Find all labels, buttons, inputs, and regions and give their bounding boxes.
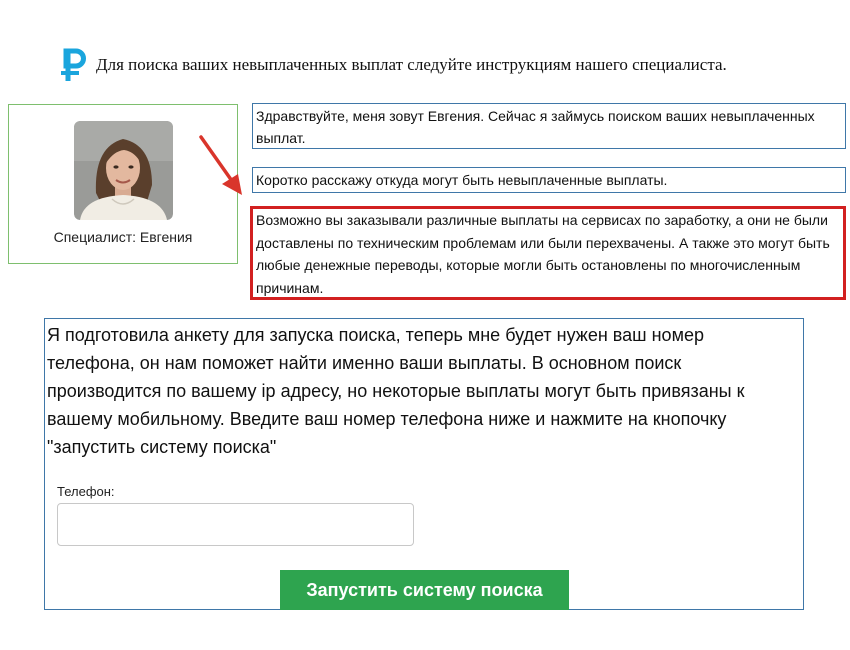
ruble-icon [61, 48, 86, 81]
specialist-avatar [74, 121, 173, 220]
page-header: Для поиска ваших невыплаченных выплат сл… [60, 48, 727, 82]
phone-label: Телефон: [57, 484, 115, 499]
message-greeting: Здравствуйте, меня зовут Евгения. Сейчас… [252, 103, 846, 149]
message-intro: Коротко расскажу откуда могут быть невып… [252, 167, 846, 193]
form-intro-text: Я подготовила анкету для запуска поиска,… [47, 325, 745, 457]
message-highlighted: Возможно вы заказывали различные выплаты… [250, 206, 846, 300]
pointer-arrow-icon [199, 135, 242, 195]
phone-input[interactable] [57, 503, 414, 546]
header-text: Для поиска ваших невыплаченных выплат сл… [96, 55, 727, 74]
launch-search-button[interactable]: Запустить систему поиска [280, 570, 569, 610]
search-form-panel: Я подготовила анкету для запуска поиска,… [44, 318, 804, 610]
specialist-caption: Специалист: Евгения [53, 229, 193, 245]
